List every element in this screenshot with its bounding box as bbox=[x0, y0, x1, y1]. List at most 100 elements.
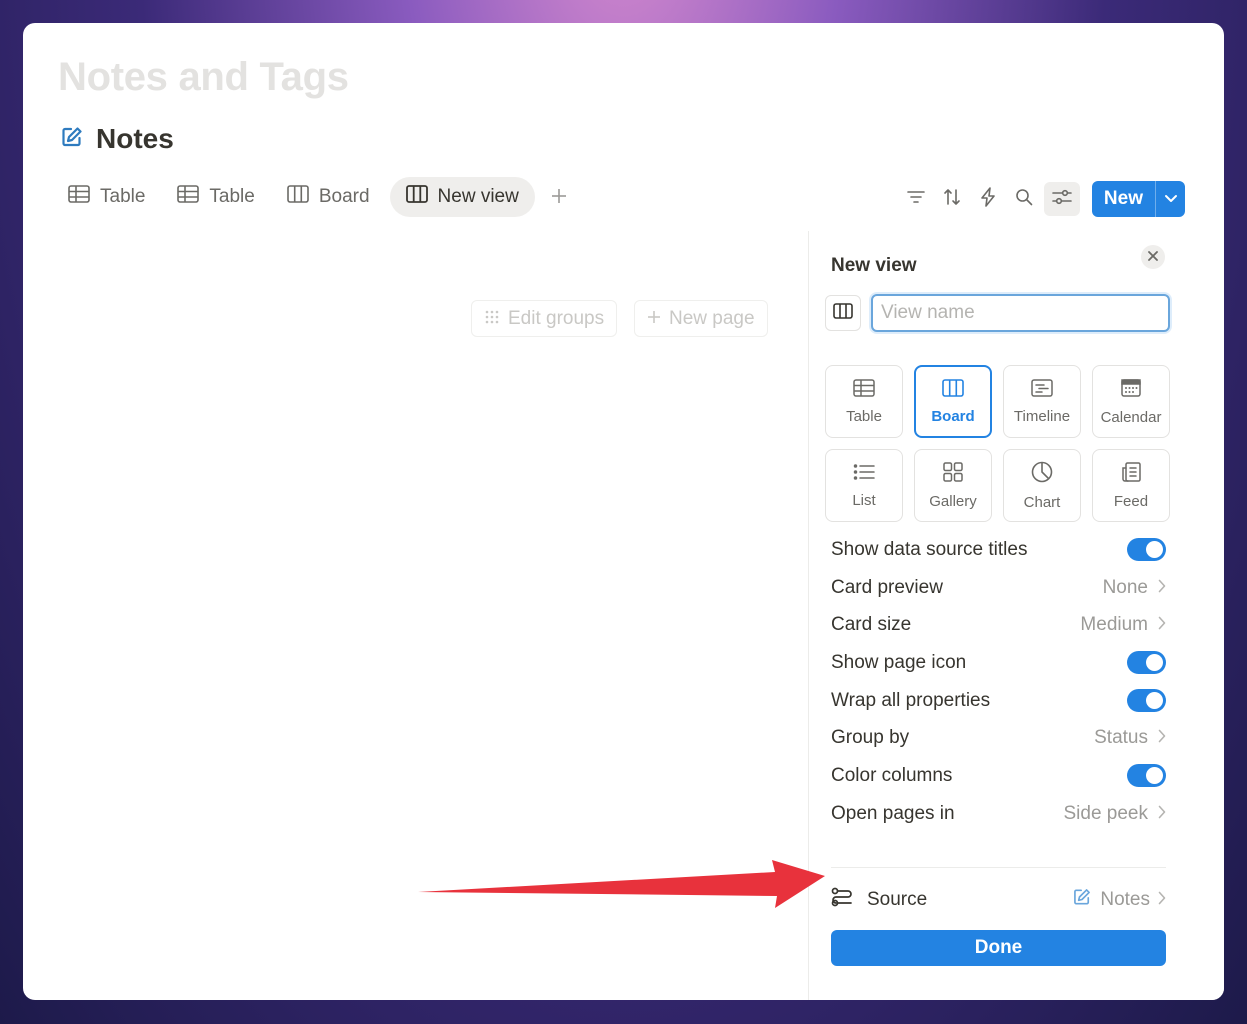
view-name-row bbox=[825, 294, 1170, 332]
layout-label: List bbox=[852, 491, 876, 509]
new-dropdown-button[interactable] bbox=[1155, 181, 1185, 217]
setting-label: Group by bbox=[831, 727, 910, 749]
database-toolbar: New bbox=[900, 181, 1185, 217]
chevron-down-icon bbox=[1164, 190, 1178, 208]
new-button-group: New bbox=[1091, 181, 1185, 217]
divider bbox=[831, 867, 1166, 868]
setting-card-preview[interactable]: Card preview None bbox=[831, 569, 1166, 607]
setting-value: Side peek bbox=[1063, 803, 1166, 825]
new-page-button[interactable]: New page bbox=[634, 300, 768, 337]
layout-option-list[interactable]: List bbox=[825, 449, 903, 522]
board-icon bbox=[942, 378, 964, 401]
board-icon bbox=[287, 185, 309, 209]
setting-value: Medium bbox=[1080, 614, 1166, 636]
view-settings-list: Show data source titles Card preview Non… bbox=[831, 531, 1166, 833]
calendar-icon bbox=[1121, 378, 1141, 402]
edit-note-icon bbox=[1072, 887, 1092, 913]
card-preview-value: None bbox=[1102, 576, 1148, 598]
add-view-button[interactable] bbox=[543, 177, 575, 217]
tab-label: Table bbox=[100, 186, 146, 207]
chevron-right-icon bbox=[1158, 803, 1166, 825]
source-row[interactable]: Source Notes bbox=[831, 885, 1166, 915]
wrap-all-properties-toggle[interactable] bbox=[1127, 689, 1166, 713]
filter-button[interactable] bbox=[900, 182, 932, 216]
setting-label: Card preview bbox=[831, 576, 943, 598]
view-tabs: Table Table Board New view bbox=[56, 177, 575, 217]
layout-label: Chart bbox=[1023, 493, 1061, 511]
tab-label: Table bbox=[209, 186, 255, 207]
chevron-right-icon bbox=[1158, 889, 1166, 911]
setting-group-by[interactable]: Group by Status bbox=[831, 719, 1166, 757]
table-icon bbox=[68, 185, 90, 209]
setting-label: Open pages in bbox=[831, 802, 955, 824]
setting-open-pages-in[interactable]: Open pages in Side peek bbox=[831, 795, 1166, 833]
sort-button[interactable] bbox=[936, 182, 968, 216]
tab-board[interactable]: Board bbox=[275, 177, 382, 217]
show-data-source-titles-toggle[interactable] bbox=[1127, 538, 1166, 562]
edit-note-icon bbox=[60, 125, 84, 154]
setting-label: Color columns bbox=[831, 764, 953, 786]
setting-wrap-all-properties[interactable]: Wrap all properties bbox=[831, 682, 1166, 720]
layout-option-timeline[interactable]: Timeline bbox=[1003, 365, 1081, 438]
automation-icon bbox=[981, 186, 995, 212]
timeline-icon bbox=[1031, 378, 1053, 401]
tab-label: New view bbox=[437, 186, 519, 207]
card-size-value: Medium bbox=[1080, 614, 1148, 636]
layout-option-board[interactable]: Board bbox=[914, 365, 992, 438]
setting-show-page-icon[interactable]: Show page icon bbox=[831, 644, 1166, 682]
tab-new-view[interactable]: New view bbox=[389, 177, 535, 217]
layout-option-chart[interactable]: Chart bbox=[1003, 449, 1081, 522]
setting-label: Wrap all properties bbox=[831, 689, 991, 711]
layout-option-table[interactable]: Table bbox=[825, 365, 903, 438]
plus-icon bbox=[647, 308, 661, 330]
database-title[interactable]: Notes bbox=[96, 123, 174, 155]
layout-label: Board bbox=[931, 407, 975, 425]
tab-table-1[interactable]: Table bbox=[56, 177, 157, 217]
setting-label: Show data source titles bbox=[831, 538, 1028, 560]
setting-card-size[interactable]: Card size Medium bbox=[831, 606, 1166, 644]
source-label: Source bbox=[867, 889, 928, 910]
layout-options: Table Board Timeline Calendar List Galle… bbox=[825, 365, 1170, 522]
search-icon bbox=[1015, 188, 1033, 211]
search-button[interactable] bbox=[1008, 182, 1040, 216]
chevron-right-icon bbox=[1158, 577, 1166, 599]
setting-value: None bbox=[1103, 577, 1166, 599]
filter-icon bbox=[907, 190, 925, 209]
color-columns-toggle[interactable] bbox=[1127, 764, 1166, 788]
close-panel-button[interactable] bbox=[1141, 245, 1165, 269]
feed-icon bbox=[1121, 461, 1141, 486]
source-value-label: Notes bbox=[1100, 889, 1150, 910]
done-button[interactable]: Done bbox=[831, 930, 1166, 966]
chart-icon bbox=[1031, 461, 1053, 487]
layout-label: Calendar bbox=[1100, 408, 1162, 426]
table-icon bbox=[853, 378, 875, 401]
board-icon bbox=[833, 302, 853, 324]
board-icon bbox=[405, 185, 428, 209]
chevron-right-icon bbox=[1158, 614, 1166, 636]
page-title: Notes and Tags bbox=[58, 55, 349, 99]
app-window: Notes and Tags Notes Table Table Board N… bbox=[23, 23, 1224, 1000]
setting-color-columns[interactable]: Color columns bbox=[831, 757, 1166, 795]
edit-groups-button[interactable]: Edit groups bbox=[471, 300, 618, 337]
source-left: Source bbox=[831, 887, 927, 913]
setting-show-data-source-titles[interactable]: Show data source titles bbox=[831, 531, 1166, 569]
view-name-input[interactable] bbox=[871, 294, 1170, 332]
setting-label: Card size bbox=[831, 614, 912, 636]
show-page-icon-toggle[interactable] bbox=[1127, 651, 1166, 675]
grid-dots-icon bbox=[484, 308, 500, 330]
new-button[interactable]: New bbox=[1092, 181, 1155, 217]
automation-button[interactable] bbox=[972, 182, 1004, 216]
layout-option-calendar[interactable]: Calendar bbox=[1092, 365, 1170, 438]
layout-option-feed[interactable]: Feed bbox=[1092, 449, 1170, 522]
layout-option-gallery[interactable]: Gallery bbox=[914, 449, 992, 522]
close-icon bbox=[1148, 248, 1158, 266]
sort-icon bbox=[943, 188, 961, 211]
edit-groups-label: Edit groups bbox=[508, 307, 605, 329]
list-icon bbox=[853, 463, 875, 485]
new-page-label: New page bbox=[669, 307, 755, 329]
tab-table-2[interactable]: Table bbox=[165, 177, 266, 217]
plus-icon bbox=[551, 183, 567, 211]
view-settings-button[interactable] bbox=[1043, 182, 1080, 216]
view-icon-button[interactable] bbox=[825, 295, 861, 331]
group-by-value: Status bbox=[1094, 727, 1148, 749]
